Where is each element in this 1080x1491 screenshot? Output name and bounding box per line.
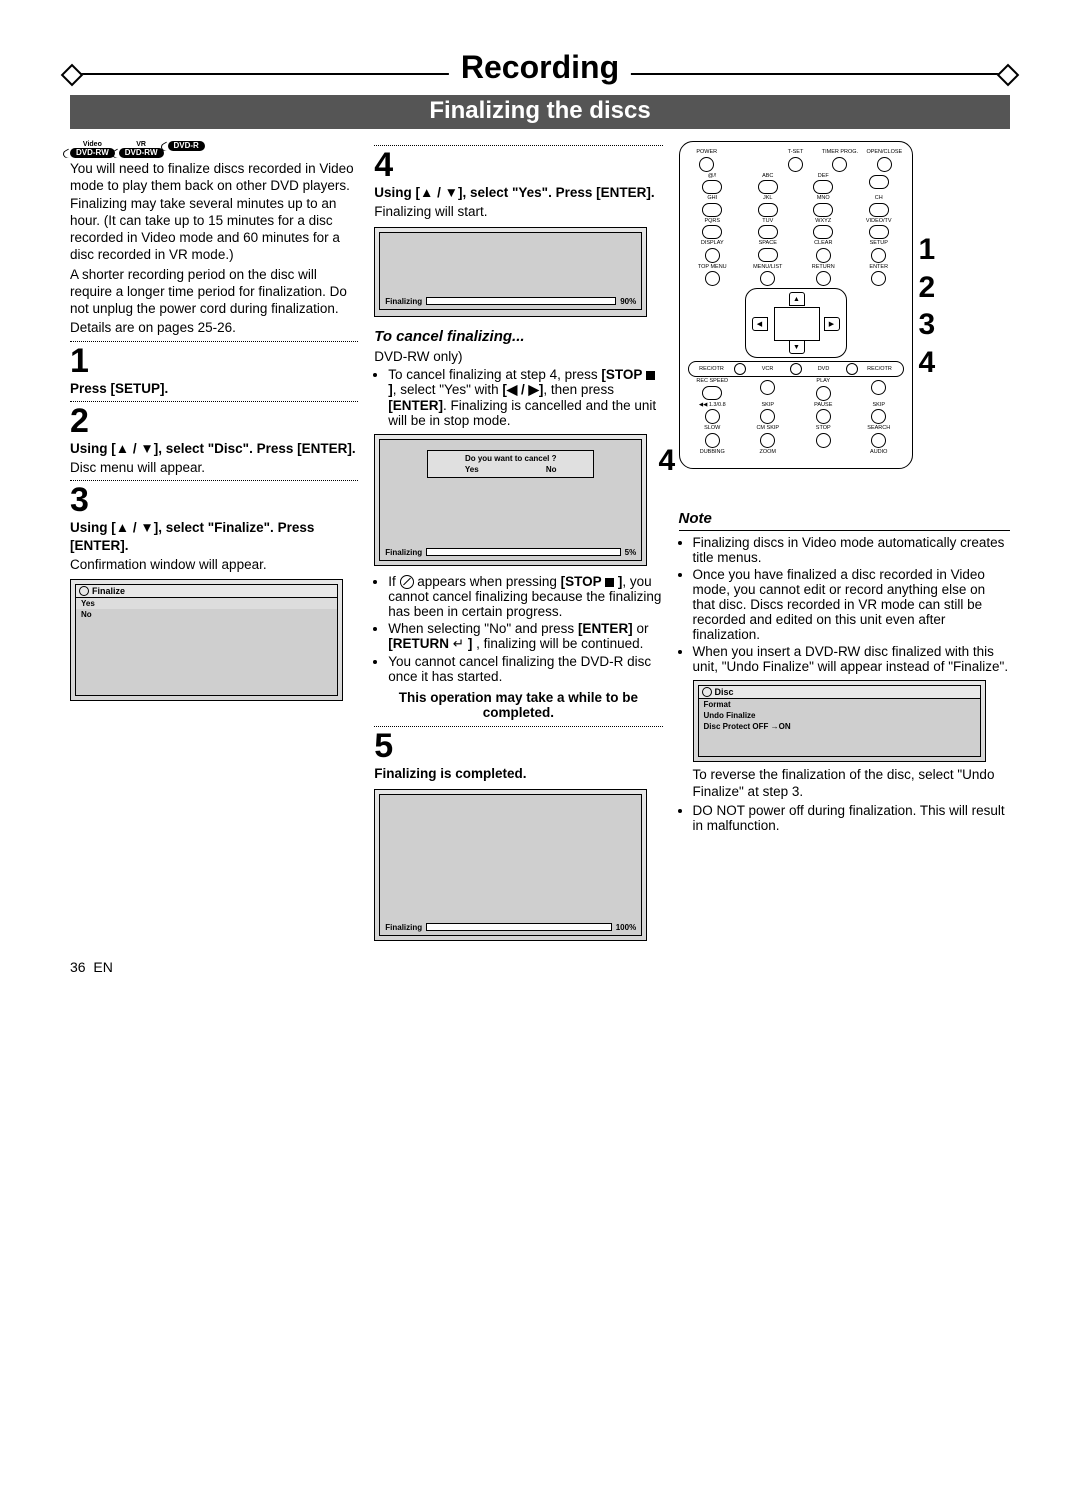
step-3-body: Confirmation window will appear.: [70, 556, 358, 573]
step-number-2: 2: [70, 404, 358, 438]
disc-icon: [79, 586, 89, 596]
note-1: Finalizing discs in Video mode automatic…: [693, 535, 1010, 565]
stop-icon: [646, 371, 655, 380]
up-icon: ▲: [789, 292, 805, 306]
mode-row: REC/OTR VCR DVD REC/OTR: [688, 361, 904, 377]
step-number-3: 3: [70, 483, 358, 517]
stop-icon: [605, 578, 614, 587]
return-icon: [453, 636, 464, 651]
intro-paragraph-1: You will need to finalize discs recorded…: [70, 160, 358, 264]
separator: [70, 401, 358, 402]
remote-callout-numbers: 1 2 3 4: [919, 231, 936, 381]
intro-paragraph-3: Details are on pages 25-26.: [70, 319, 358, 336]
osd-disc-menu: Disc Format Undo Finalize Disc Protect O…: [693, 680, 987, 762]
power-button-icon: [699, 157, 714, 172]
callout-duration: This operation may take a while to be co…: [374, 690, 662, 720]
cancel-bullet-1: To cancel finalizing at step 4, press [S…: [388, 367, 662, 428]
note-rule: [679, 530, 1010, 531]
header-ornament-left: [61, 64, 84, 87]
step-4-head: Using [▲ / ▼], select "Yes". Press [ENTE…: [374, 184, 662, 201]
stop-button-icon: [816, 433, 831, 448]
osd-cancel-prompt: Do you want to cancel ? Yes No Finalizin…: [374, 434, 647, 566]
intro-paragraph-2: A shorter recording period on the disc w…: [70, 266, 358, 318]
step-4-body: Finalizing will start.: [374, 203, 662, 220]
cancel-sub: DVD-RW only): [374, 348, 662, 365]
step-number-1: 1: [70, 344, 358, 378]
dpad-icon: ▲ ▼ ◀ ▶: [745, 288, 847, 358]
header-ornament-right: [997, 64, 1020, 87]
right-icon: ▶: [824, 317, 840, 331]
osd-finalizing-90: Finalizing 90%: [374, 227, 647, 317]
separator: [70, 480, 358, 481]
step-3-head: Using [▲ / ▼], select "Finalize". Press …: [70, 519, 358, 554]
cancel-bullet-4: You cannot cancel finalizing the DVD-R d…: [388, 654, 662, 684]
cancel-bullet-2: If appears when pressing [STOP ], you ca…: [388, 574, 662, 619]
down-icon: ▼: [789, 340, 805, 354]
note-heading: Note: [679, 509, 1010, 528]
separator: [374, 145, 662, 146]
step-1-head: Press [SETUP].: [70, 380, 358, 397]
separator: [374, 726, 662, 727]
remote-illustration: POWER T-SET TIMER PROG. OPEN/CLOSE @/! A…: [679, 141, 913, 469]
arrow-right-icon: [771, 722, 779, 731]
left-icon: ◀: [752, 317, 768, 331]
remote-callout-4-left: 4: [659, 444, 676, 478]
step-2-head: Using [▲ / ▼], select "Disc". Press [ENT…: [70, 440, 358, 457]
note-3b: To reverse the finalization of the disc,…: [693, 766, 1010, 801]
section-title: Finalizing the discs: [70, 95, 1010, 129]
page-footer: 36 EN: [70, 959, 1010, 975]
step-number-5: 5: [374, 729, 662, 763]
step-number-4: 4: [374, 148, 662, 182]
chapter-header: Recording: [70, 55, 1010, 95]
note-4: DO NOT power off during finalization. Th…: [693, 803, 1010, 833]
note-3: When you insert a DVD-RW disc finalized …: [693, 644, 1010, 674]
disc-type-badges: VideoDVD-RW VRDVD-RW DVD-R: [70, 141, 358, 158]
osd-finalizing-100: Finalizing 100%: [374, 789, 647, 941]
osd-finalize-confirm: Finalize Yes No: [70, 579, 343, 701]
disc-icon: [702, 687, 712, 697]
step-5-head: Finalizing is completed.: [374, 765, 662, 782]
step-2-body: Disc menu will appear.: [70, 459, 358, 476]
separator: [70, 341, 358, 342]
note-2: Once you have finalized a disc recorded …: [693, 567, 1010, 642]
cancel-heading: To cancel finalizing...: [374, 327, 662, 346]
prohibit-icon: [400, 575, 414, 589]
cancel-bullet-3: When selecting "No" and press [ENTER] or…: [388, 621, 662, 652]
chapter-title: Recording: [449, 49, 631, 86]
